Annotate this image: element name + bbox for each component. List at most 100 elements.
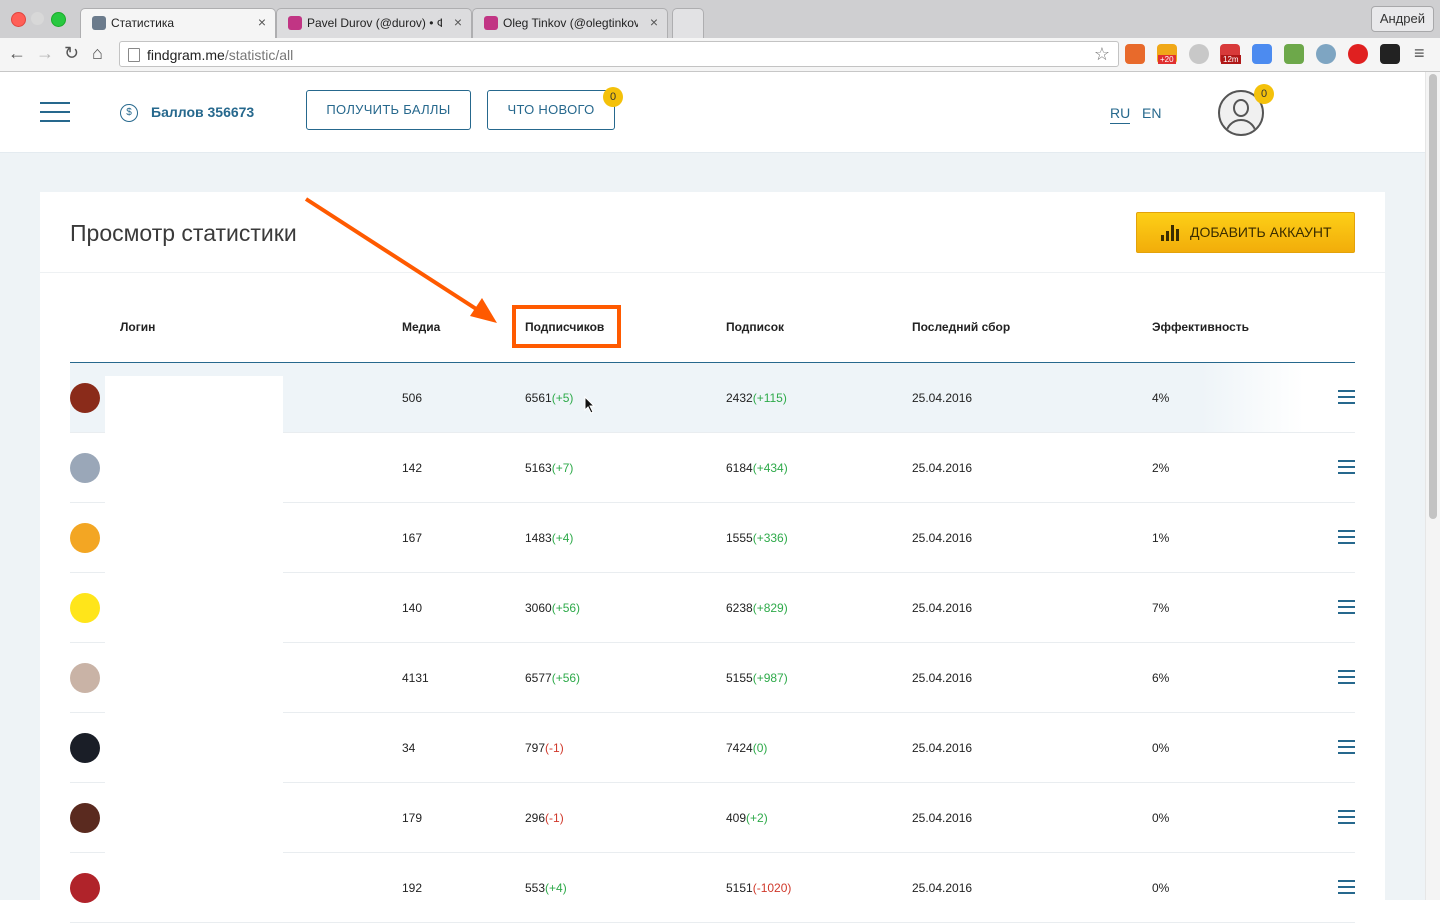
- media-count: 140: [402, 601, 423, 615]
- following-count: 6184(+434): [726, 461, 788, 475]
- window-close-button[interactable]: [11, 12, 26, 27]
- row-menu-icon[interactable]: [1338, 530, 1355, 544]
- row-menu-icon[interactable]: [1338, 390, 1355, 404]
- followers-value: 6577: [525, 671, 552, 685]
- bar-chart-icon: [1161, 225, 1181, 241]
- efficiency-value: 0%: [1152, 741, 1170, 755]
- ext-translate-icon[interactable]: [1252, 44, 1272, 64]
- reload-icon[interactable]: ↻: [64, 43, 79, 64]
- followers-value: 6561: [525, 391, 552, 405]
- followers-value: 797: [525, 741, 546, 755]
- following-value: 5155: [726, 671, 753, 685]
- window-zoom-button[interactable]: [51, 12, 66, 27]
- following-value: 1555: [726, 531, 753, 545]
- followers-delta: (+56): [551, 671, 581, 685]
- row-menu-icon[interactable]: [1338, 880, 1355, 894]
- browser-tab-statistics[interactable]: Статистика ×: [80, 8, 276, 38]
- followers-count: 797(-1): [525, 741, 564, 755]
- address-bar[interactable]: findgram.me/statistic/all ☆: [119, 41, 1119, 67]
- url-text: findgram.me/statistic/all: [147, 47, 293, 63]
- findgram-favicon-icon: [92, 16, 106, 30]
- media-count: 142: [402, 461, 423, 475]
- media-count: 179: [402, 811, 423, 825]
- mouse-cursor-icon: [584, 396, 596, 414]
- hamburger-menu-icon[interactable]: [40, 102, 70, 122]
- account-avatar[interactable]: [70, 873, 100, 903]
- new-tab-button[interactable]: [672, 8, 704, 38]
- following-value: 7424: [726, 741, 753, 755]
- ext-power-icon[interactable]: [1348, 44, 1368, 64]
- followers-value: 553: [525, 881, 546, 895]
- coin-icon: $: [120, 104, 138, 122]
- following-value: 409: [726, 811, 747, 825]
- row-menu-icon[interactable]: [1338, 810, 1355, 824]
- ext-moon-icon[interactable]: [1189, 44, 1209, 64]
- browser-tab-tinkov[interactable]: Oleg Tinkov (@olegtinkov) ×: [472, 8, 668, 38]
- browser-tab-durov[interactable]: Pavel Durov (@durov) • Фо ×: [276, 8, 472, 38]
- ext-puzzle-icon[interactable]: [1380, 44, 1400, 64]
- user-head-icon: [1233, 99, 1249, 117]
- ext-timer-12m-icon[interactable]: 12m: [1220, 44, 1241, 64]
- whats-new-button[interactable]: ЧТО НОВОГО: [487, 90, 615, 130]
- page-icon: [128, 48, 140, 62]
- efficiency-value: 0%: [1152, 881, 1170, 895]
- following-delta: (0): [752, 741, 768, 755]
- close-tab-icon[interactable]: ×: [650, 14, 658, 30]
- account-avatar[interactable]: [70, 663, 100, 693]
- close-tab-icon[interactable]: ×: [454, 14, 462, 30]
- forward-icon[interactable]: →: [36, 43, 54, 64]
- add-account-button[interactable]: ДОБАВИТЬ АККАУНТ: [1136, 212, 1355, 253]
- points-balance: Баллов 356673: [151, 104, 255, 120]
- row-menu-icon[interactable]: [1338, 740, 1355, 754]
- efficiency-value: 1%: [1152, 531, 1170, 545]
- ext-badge-20-icon[interactable]: +20: [1157, 44, 1177, 64]
- account-avatar[interactable]: [70, 523, 100, 553]
- account-avatar[interactable]: [70, 453, 100, 483]
- account-avatar[interactable]: [70, 593, 100, 623]
- account-avatar[interactable]: [70, 803, 100, 833]
- row-menu-icon[interactable]: [1338, 460, 1355, 474]
- lang-en-link[interactable]: EN: [1142, 105, 1161, 121]
- following-delta: (-1020): [752, 881, 792, 895]
- ext-orange-icon[interactable]: [1125, 44, 1145, 64]
- close-tab-icon[interactable]: ×: [258, 14, 266, 30]
- account-avatar[interactable]: [70, 733, 100, 763]
- home-icon[interactable]: ⌂: [92, 43, 103, 64]
- column-header-efficiency[interactable]: Эффективность: [1152, 320, 1249, 334]
- row-menu-icon[interactable]: [1338, 600, 1355, 614]
- url-domain: findgram.me: [147, 47, 225, 63]
- get-points-button[interactable]: ПОЛУЧИТЬ БАЛЛЫ: [306, 90, 471, 130]
- following-value: 6184: [726, 461, 753, 475]
- scrollbar-thumb[interactable]: [1429, 74, 1437, 519]
- back-icon[interactable]: ←: [8, 43, 26, 64]
- bookmark-star-icon[interactable]: ☆: [1094, 44, 1110, 65]
- followers-delta: (+4): [551, 531, 574, 545]
- page-scrollbar[interactable]: [1425, 72, 1440, 900]
- browser-profile-button[interactable]: Андрей: [1370, 6, 1434, 32]
- tab-title: Pavel Durov (@durov) • Фо: [307, 16, 442, 30]
- column-header-media[interactable]: Медиа: [402, 320, 440, 334]
- following-count: 5155(+987): [726, 671, 788, 685]
- column-header-login[interactable]: Логин: [120, 320, 155, 334]
- efficiency-value: 2%: [1152, 461, 1170, 475]
- window-minimize-button[interactable]: [31, 12, 44, 25]
- followers-value: 3060: [525, 601, 552, 615]
- lang-ru-link[interactable]: RU: [1110, 105, 1131, 124]
- media-count: 4131: [402, 671, 429, 685]
- row-menu-icon[interactable]: [1338, 670, 1355, 684]
- following-count: 7424(0): [726, 741, 767, 755]
- ext-drop-icon[interactable]: [1316, 44, 1336, 64]
- ext-green-icon[interactable]: [1284, 44, 1304, 64]
- following-value: 6238: [726, 601, 753, 615]
- chrome-menu-icon[interactable]: ≡: [1414, 43, 1425, 64]
- followers-value: 5163: [525, 461, 552, 475]
- column-header-following[interactable]: Подписок: [726, 320, 784, 334]
- following-delta: (+115): [752, 391, 787, 405]
- last-collected-date: 25.04.2016: [912, 741, 973, 755]
- divider: [40, 272, 1385, 273]
- tab-title: Статистика: [111, 16, 175, 30]
- column-header-last-collected[interactable]: Последний сбор: [912, 320, 1010, 334]
- followers-delta: (+7): [551, 461, 574, 475]
- account-avatar[interactable]: [70, 383, 100, 413]
- last-collected-date: 25.04.2016: [912, 461, 973, 475]
